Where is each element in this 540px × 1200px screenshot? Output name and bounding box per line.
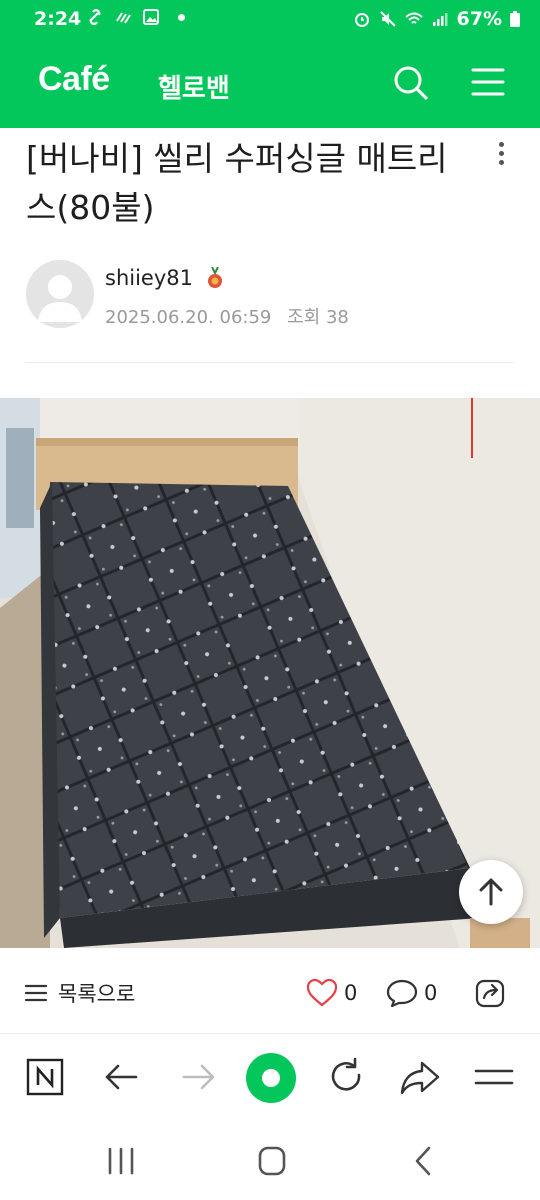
mute-icon (379, 11, 396, 27)
refresh-icon[interactable] (324, 1055, 368, 1099)
comment-button[interactable]: 0 (386, 978, 437, 1008)
member-level-icon (208, 267, 222, 288)
comment-count: 0 (424, 981, 438, 1005)
forward-arrow-icon[interactable] (176, 1055, 220, 1099)
recent-apps-icon[interactable] (101, 1143, 141, 1179)
menu-icon[interactable] (468, 62, 508, 102)
notification-dot-icon (178, 13, 185, 21)
list-icon (24, 984, 48, 1002)
author-name[interactable]: shiiey81 (105, 266, 193, 290)
gallery-icon (143, 9, 159, 25)
back-to-list-label: 목록으로 (58, 982, 136, 1006)
link-icon (89, 9, 101, 25)
system-back-icon[interactable] (404, 1143, 444, 1179)
status-bar: 2:24 67% (0, 0, 540, 38)
default-profile-icon (38, 275, 82, 322)
home-icon[interactable] (252, 1143, 292, 1179)
post-title: [버나비] 씰리 수퍼싱글 매트리스(80불) (26, 139, 448, 227)
post-date: 2025.06.20. 06:59 (105, 307, 272, 328)
signal-icon (432, 13, 448, 26)
like-button[interactable]: 0 (306, 978, 357, 1008)
cafe-name[interactable]: 헬로밴 (158, 68, 230, 105)
battery-percent: 67% (456, 8, 502, 30)
heart-icon (306, 978, 338, 1007)
more-options-icon[interactable] (488, 138, 514, 172)
post-action-bar: 목록으로 0 0 (0, 950, 540, 1034)
views-label: 조회 (287, 307, 321, 328)
share-icon[interactable] (474, 976, 508, 1010)
screen: 2:24 67% Café 헬로밴 [버나비] 씰리 수퍼싱글 매트리스(80불… (0, 0, 540, 1200)
back-to-list-button[interactable]: 목록으로 (24, 978, 135, 1008)
cafe-logo[interactable]: Café (38, 60, 110, 99)
naver-home-button[interactable] (246, 1053, 296, 1103)
back-arrow-icon[interactable] (100, 1055, 144, 1099)
status-notification-icons (86, 8, 185, 26)
battery-icon (510, 11, 520, 27)
comment-icon (386, 979, 418, 1008)
avatar[interactable] (26, 260, 94, 328)
more-menu-icon[interactable] (472, 1055, 516, 1099)
status-system-icons: 67% (353, 8, 520, 30)
alarm-icon (354, 13, 369, 27)
app-header: Café 헬로밴 (0, 38, 540, 128)
android-nav-bar (0, 1121, 540, 1200)
search-icon[interactable] (390, 62, 430, 102)
views-count: 38 (325, 307, 349, 328)
status-time: 2:24 (34, 8, 82, 30)
post-meta: 2025.06.20. 06:59 조회 38 (105, 303, 349, 329)
like-count: 0 (344, 981, 358, 1005)
scroll-to-top-button[interactable] (459, 860, 523, 924)
share-arrow-icon[interactable] (398, 1055, 442, 1099)
arrow-up-icon (479, 878, 503, 906)
naver-n-icon[interactable] (24, 1055, 68, 1099)
wifi-icon (404, 12, 423, 24)
browser-toolbar (0, 1035, 540, 1121)
network-activity-icon (116, 12, 131, 24)
divider (26, 362, 514, 363)
